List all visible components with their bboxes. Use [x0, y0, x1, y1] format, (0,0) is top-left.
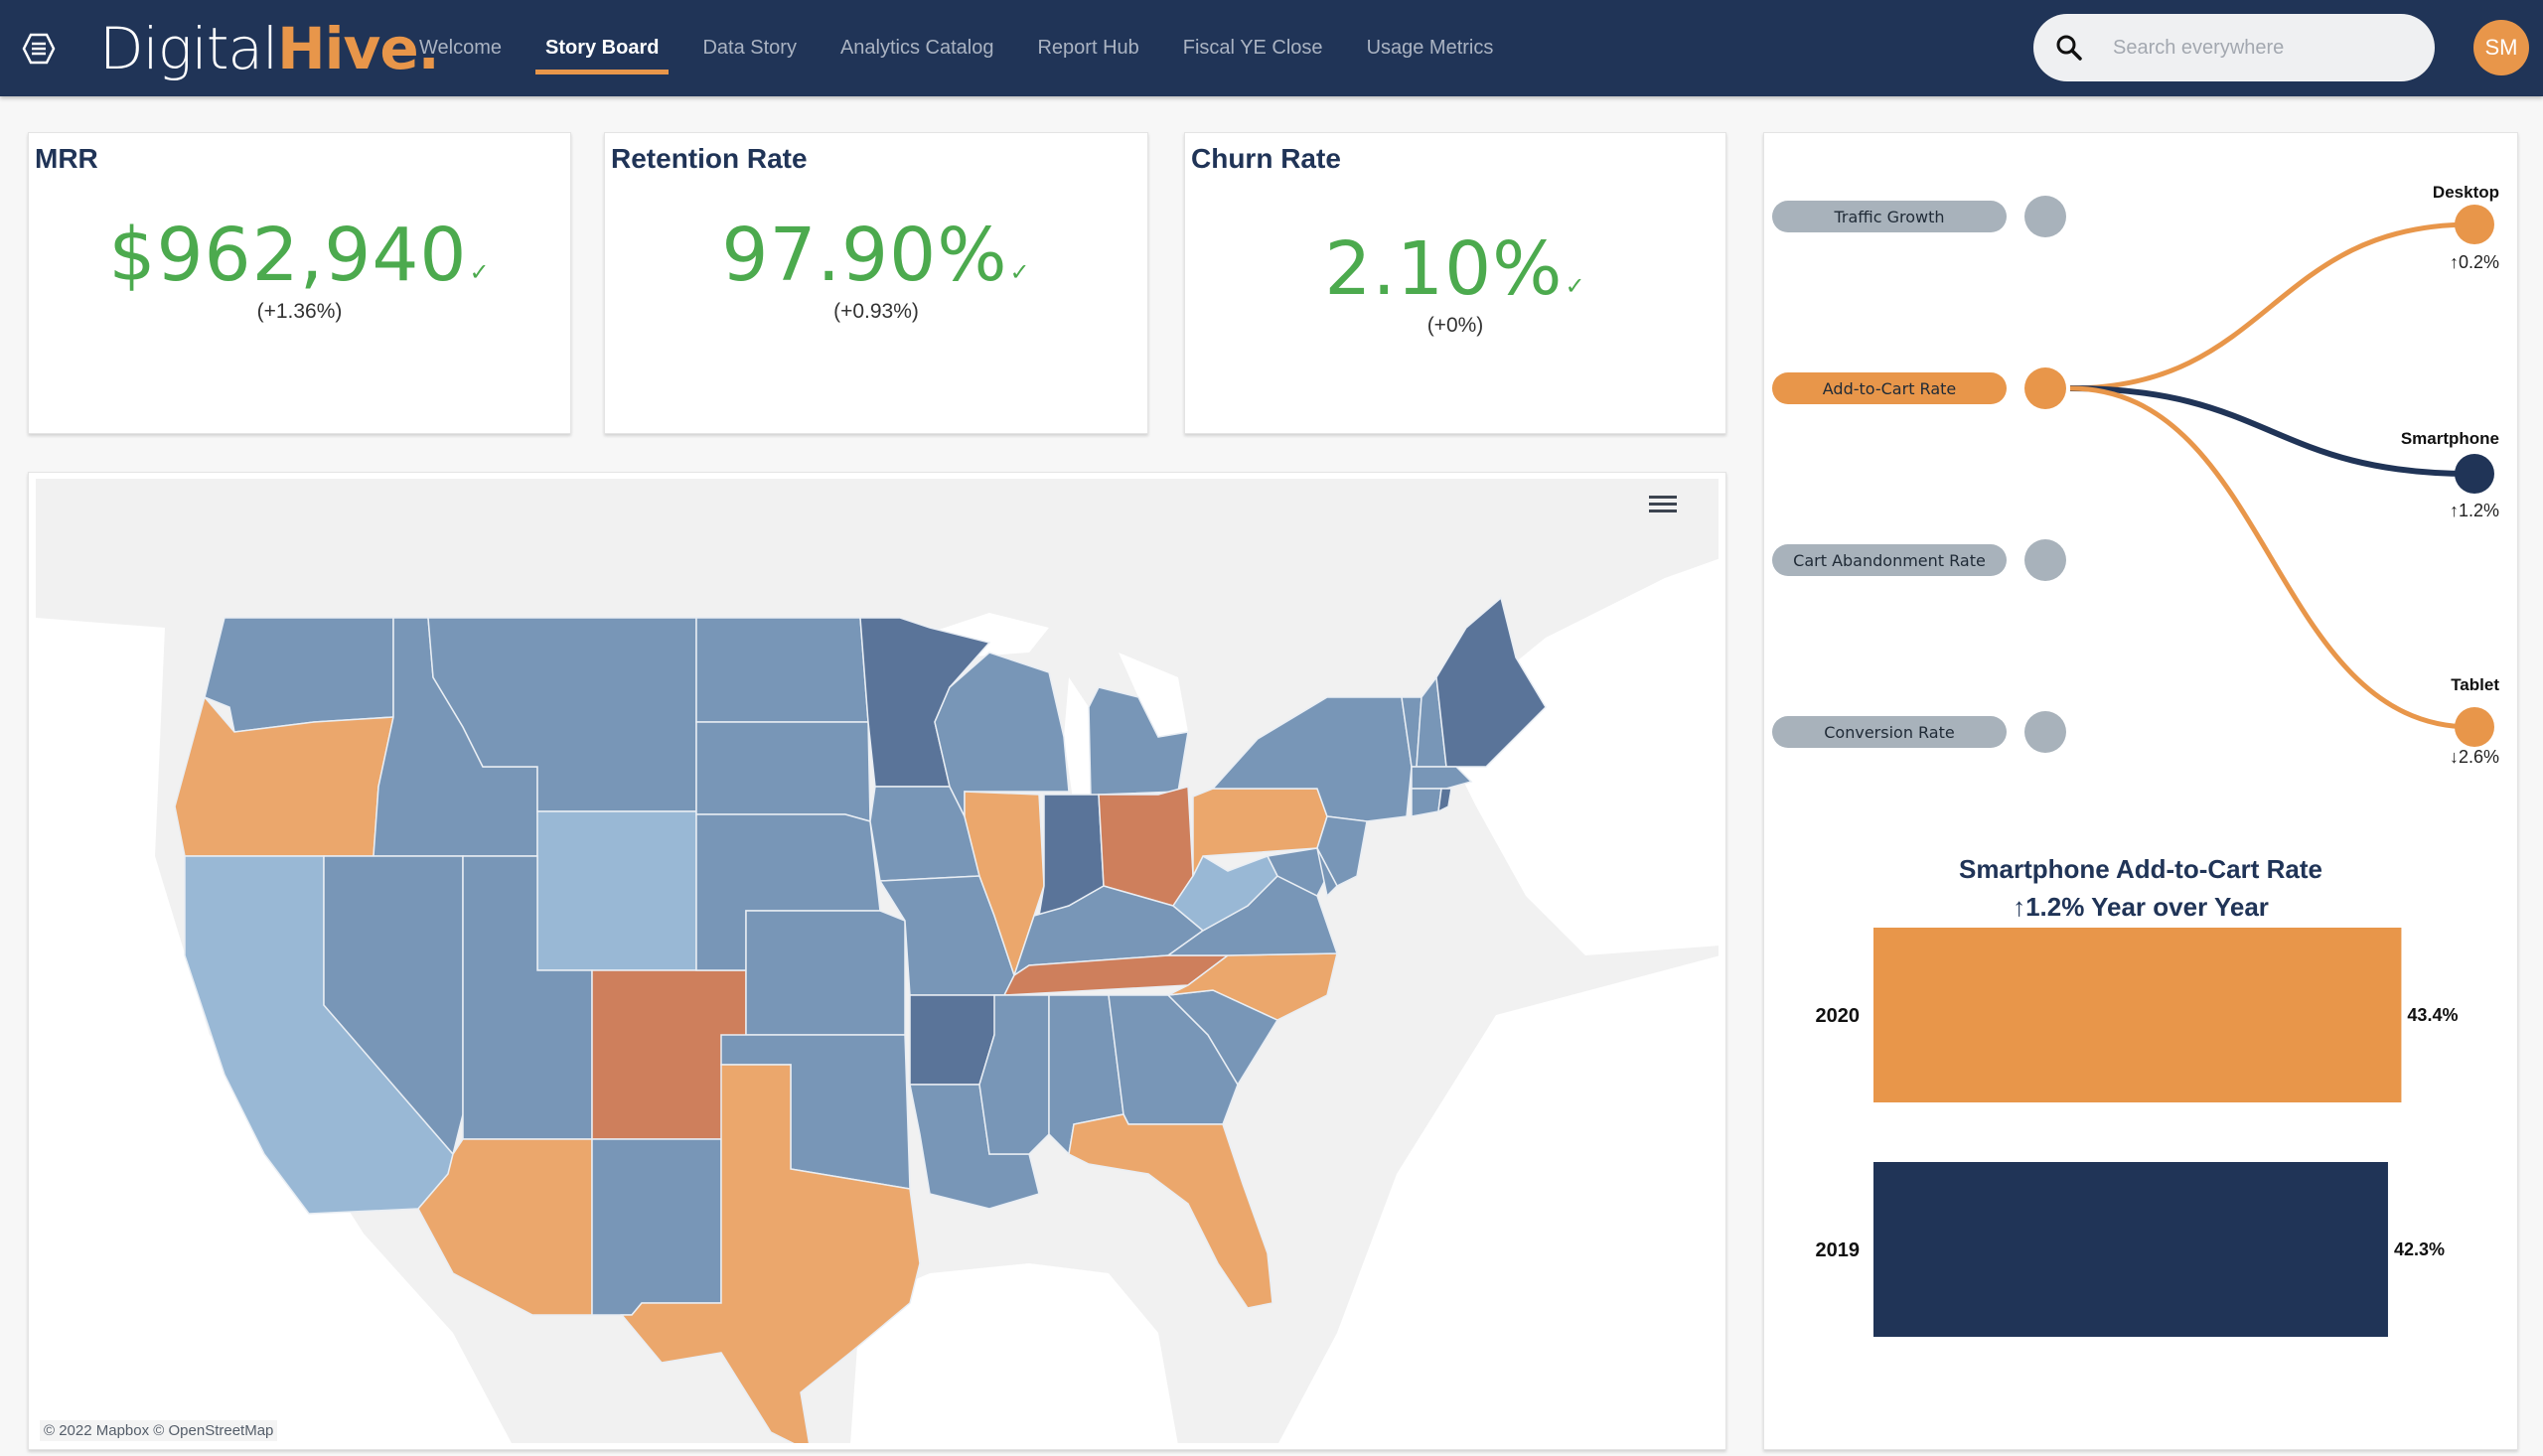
device-node-tablet[interactable] — [2455, 707, 2494, 747]
device-node-smartphone[interactable] — [2455, 454, 2494, 494]
search-icon — [2056, 35, 2082, 61]
state-nd[interactable] — [695, 617, 869, 723]
nav-usage-metrics[interactable]: Usage Metrics — [1345, 0, 1516, 96]
bar-2019[interactable] — [1873, 1162, 2388, 1337]
metric-pill-cart-abandonment-rate[interactable]: Cart Abandonment Rate — [1772, 544, 2007, 576]
metric-node-conversion-rate[interactable] — [2024, 711, 2066, 753]
device-label-smartphone: Smartphone — [2400, 429, 2499, 448]
search-input[interactable] — [2113, 14, 2411, 81]
state-ks[interactable] — [745, 910, 906, 1036]
metric-pill-add-to-cart-rate[interactable]: Add-to-Cart Rate — [1772, 372, 2007, 404]
chart-title: Smartphone Add-to-Cart Rate — [1959, 854, 2322, 884]
kpi-change: (+1.36%) — [256, 300, 343, 323]
device-flow-panel: Traffic Growth Add-to-Cart Rate Cart Aba… — [1763, 132, 2518, 1450]
check-icon: ✓ — [1009, 258, 1031, 286]
map-attribution: © 2022 Mapbox © OpenStreetMap — [40, 1420, 278, 1441]
device-label-desktop: Desktop — [2432, 183, 2499, 202]
nav-data-story[interactable]: Data Story — [680, 0, 818, 96]
yoy-bar-chart: 2020 43.4% 2019 42.3% — [1816, 928, 2458, 1337]
kpi-value-row: 2.10%✓ — [1185, 226, 1725, 312]
nav-story-board[interactable]: Story Board — [524, 0, 680, 96]
kpi-title: Churn Rate — [1191, 143, 1341, 174]
device-change-tablet: ↓2.6% — [2449, 747, 2499, 767]
state-sd[interactable] — [695, 721, 871, 822]
chart-subtitle: ↑1.2% Year over Year — [2013, 892, 2269, 922]
nav-fiscal-ye-close[interactable]: Fiscal YE Close — [1161, 0, 1345, 96]
app-menu-button[interactable] — [22, 32, 56, 66]
top-nav-bar: DigitalHive. Welcome Story Board Data St… — [0, 0, 2543, 96]
device-change-smartphone: ↑1.2% — [2449, 501, 2499, 520]
kpi-card-mrr: MRR $962,940✓ (+1.36%) — [28, 132, 571, 434]
value-label-2020: 43.4% — [2407, 1005, 2458, 1025]
map-menu-button[interactable] — [1649, 493, 1679, 516]
device-change-desktop: ↑0.2% — [2449, 252, 2499, 272]
chart-title-block: Smartphone Add-to-Cart Rate ↑1.2% Year o… — [1764, 850, 2517, 926]
kpi-value-row: 97.90%✓ — [605, 213, 1147, 298]
metric-node-add-to-cart-rate[interactable] — [2024, 367, 2066, 409]
kpi-title: MRR — [35, 143, 98, 174]
kpi-change: (+0%) — [1426, 314, 1484, 337]
nav-welcome[interactable]: Welcome — [397, 0, 524, 96]
device-label-tablet: Tablet — [2451, 675, 2499, 694]
state-ct[interactable] — [1411, 788, 1442, 817]
hamburger-icon — [1649, 496, 1677, 512]
connector-desktop — [2069, 221, 2472, 391]
bar-2020[interactable] — [1873, 928, 2402, 1102]
metric-pill-conversion-rate[interactable]: Conversion Rate — [1772, 716, 2007, 748]
us-map — [36, 479, 1719, 1443]
metric-node-traffic-growth[interactable] — [2024, 196, 2066, 237]
kpi-card-churn-rate: Churn Rate 2.10%✓ (+0%) — [1184, 132, 1726, 434]
metric-node-cart-abandonment-rate[interactable] — [2024, 539, 2066, 581]
logo-text-digital: Digital — [99, 15, 278, 82]
metric-pill-traffic-growth[interactable]: Traffic Growth — [1772, 201, 2007, 232]
state-nm[interactable] — [591, 1138, 722, 1316]
user-avatar[interactable]: SM — [2473, 20, 2529, 75]
us-choropleth-map-card: © 2022 Mapbox © OpenStreetMap — [28, 472, 1726, 1450]
value-label-2019: 42.3% — [2394, 1239, 2445, 1259]
nav-analytics-catalog[interactable]: Analytics Catalog — [819, 0, 1016, 96]
search-box[interactable] — [2033, 14, 2435, 81]
kpi-value: 2.10% — [1324, 226, 1564, 312]
kpi-value-row: $962,940✓ — [29, 213, 570, 298]
kpi-title: Retention Rate — [611, 143, 808, 174]
hexagon-menu-icon — [22, 33, 56, 65]
state-wy[interactable] — [536, 810, 697, 971]
check-icon: ✓ — [1565, 272, 1586, 300]
kpi-change: (+0.93%) — [833, 300, 919, 323]
kpi-value: $962,940 — [108, 213, 468, 298]
category-label-2020: 2020 — [1816, 1005, 1861, 1027]
kpi-value: 97.90% — [721, 213, 1008, 298]
digitalhive-logo[interactable]: DigitalHive. — [99, 14, 440, 83]
main-nav: Welcome Story Board Data Story Analytics… — [397, 0, 1515, 96]
kpi-card-retention-rate: Retention Rate 97.90%✓ (+0.93%) — [604, 132, 1148, 434]
map-canvas[interactable]: © 2022 Mapbox © OpenStreetMap — [36, 479, 1719, 1443]
check-icon: ✓ — [469, 258, 491, 286]
nav-report-hub[interactable]: Report Hub — [1015, 0, 1160, 96]
category-label-2019: 2019 — [1816, 1239, 1861, 1261]
state-wa[interactable] — [204, 617, 394, 733]
device-node-desktop[interactable] — [2455, 205, 2494, 244]
